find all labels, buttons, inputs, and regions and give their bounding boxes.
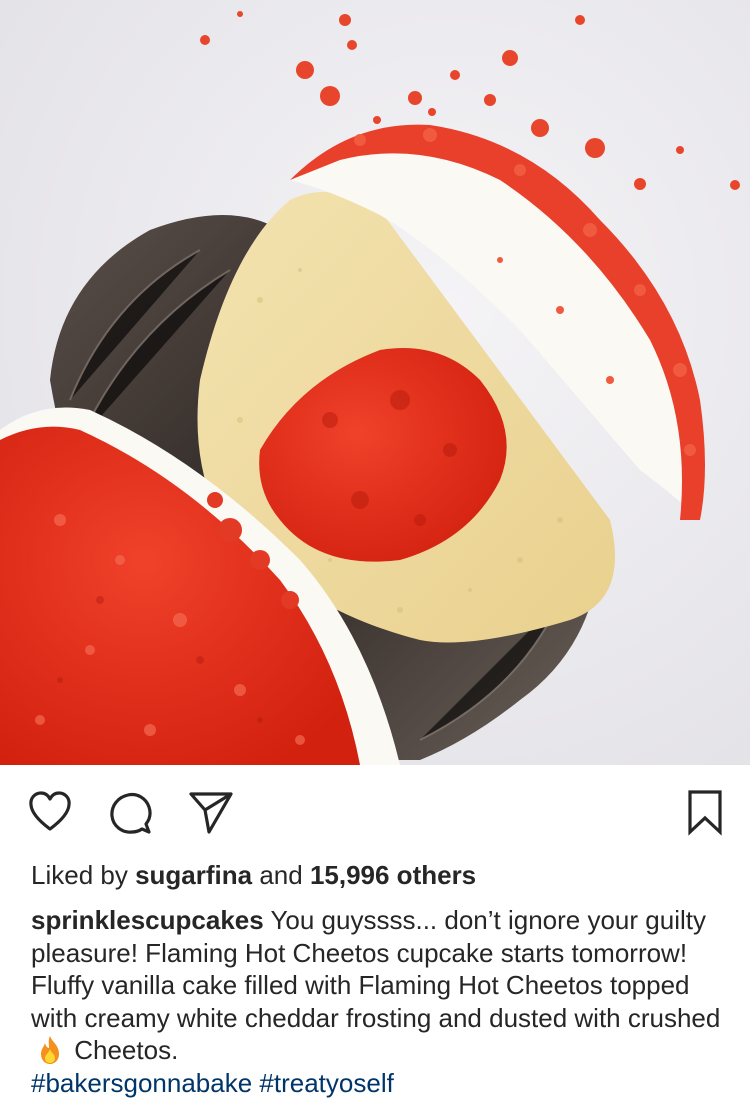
like-button[interactable] <box>24 786 76 838</box>
caption-username[interactable]: sprinklescupcakes <box>31 905 264 935</box>
comment-button[interactable] <box>104 786 156 838</box>
post-caption: sprinklescupcakes You guyssss... don’t i… <box>31 904 721 1100</box>
likes-summary: Liked by sugarfina and 15,996 others <box>31 858 476 892</box>
hashtag-link[interactable]: #treatyoself <box>259 1068 393 1098</box>
action-bar <box>0 770 750 850</box>
heart-icon <box>29 791 71 831</box>
hashtag-link[interactable]: #bakersgonnabake <box>31 1068 252 1098</box>
bookmark-icon <box>688 790 722 836</box>
likes-count[interactable]: 15,996 others <box>310 860 476 890</box>
save-button[interactable] <box>679 786 731 838</box>
fire-emoji-icon <box>41 1036 59 1065</box>
liker-username[interactable]: sugarfina <box>135 860 252 890</box>
caption-text-end: Cheetos. <box>67 1035 179 1066</box>
likes-middle: and <box>252 860 310 890</box>
likes-prefix: Liked by <box>31 860 136 890</box>
instagram-post: Liked by sugarfina and 15,996 others spr… <box>0 0 750 1106</box>
post-photo[interactable] <box>0 0 750 765</box>
share-button[interactable] <box>185 786 237 838</box>
paper-plane-icon <box>189 792 233 834</box>
comment-icon <box>110 792 152 834</box>
